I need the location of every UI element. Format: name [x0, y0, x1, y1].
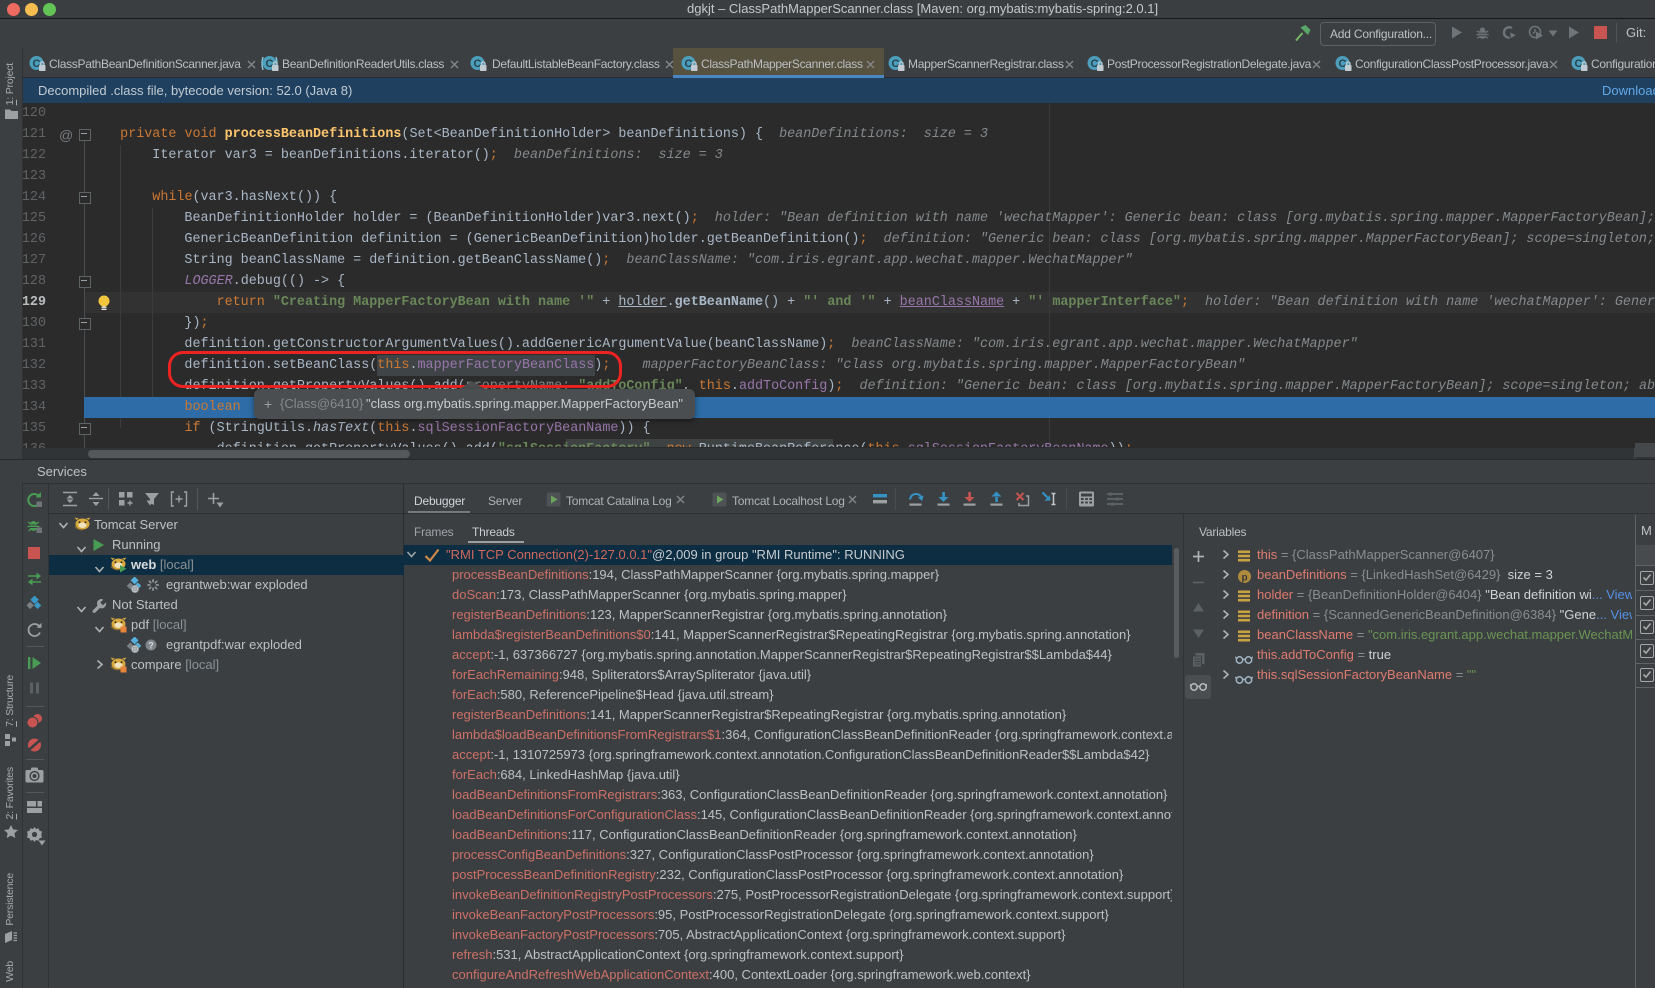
- svg-text:?: ?: [148, 641, 154, 651]
- svg-text:p: p: [1241, 572, 1247, 583]
